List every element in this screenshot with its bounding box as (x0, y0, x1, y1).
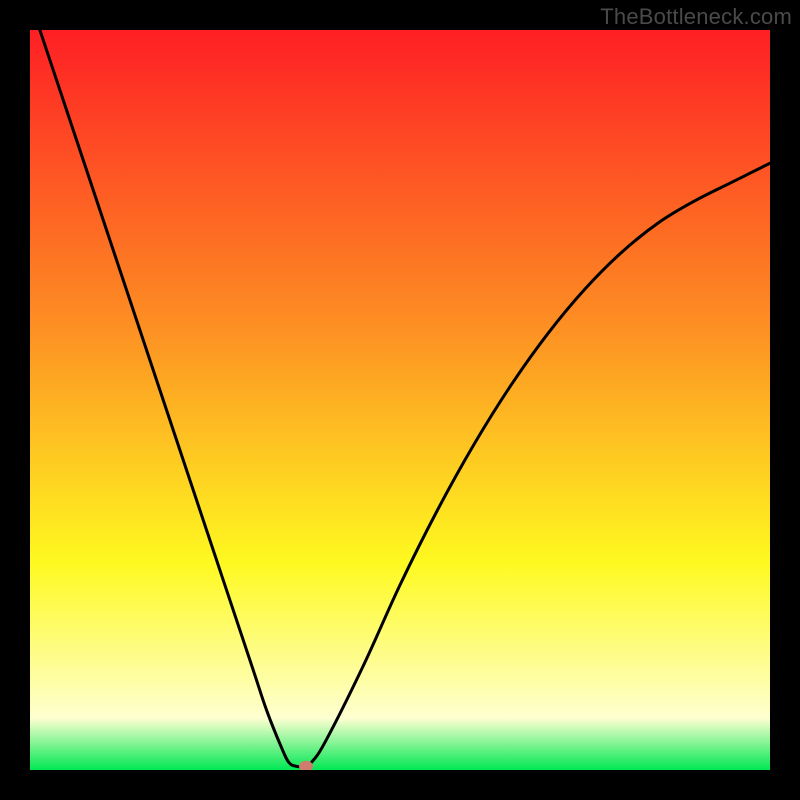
chart-frame: TheBottleneck.com (0, 0, 800, 800)
gradient-background (30, 30, 770, 770)
chart-svg (30, 30, 770, 770)
watermark-text: TheBottleneck.com (600, 4, 792, 30)
plot-area (30, 30, 770, 770)
